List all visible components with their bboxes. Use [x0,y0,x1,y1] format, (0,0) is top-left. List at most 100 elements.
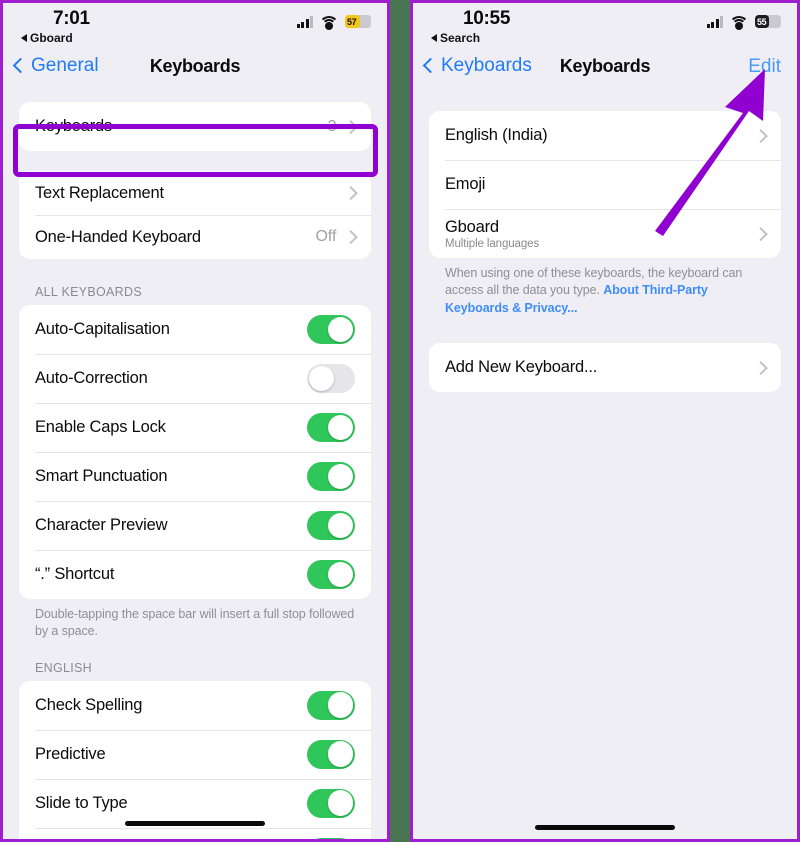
chevron-right-icon [343,186,357,200]
wifi-icon [729,15,749,30]
all-keyboards-setting-toggle[interactable] [307,560,355,589]
section-header-all-keyboards: ALL KEYBOARDS [35,285,142,299]
all-keyboards-setting-row[interactable]: “.” Shortcut [19,550,371,599]
english-setting-toggle[interactable] [307,837,355,839]
left-status-bar: 7:01 Gboard 57 [3,3,387,49]
toggle-knob [308,365,335,392]
row-one-handed-keyboard[interactable]: One-Handed Keyboard Off [19,215,371,259]
toggle-knob [327,512,354,539]
row-one-handed-keyboard-label: One-Handed Keyboard [35,227,201,246]
english-setting-row[interactable]: Predictive [19,729,371,779]
back-triangle-icon [21,34,27,42]
row-one-handed-keyboard-value: Off [315,228,337,245]
all-keyboards-setting-row[interactable]: Auto-Correction [19,354,371,403]
all-keyboards-setting-toggle[interactable] [307,462,355,491]
toggle-knob [327,414,354,441]
chevron-right-icon [753,226,767,241]
row-add-new-keyboard-label: Add New Keyboard... [445,357,598,376]
keyboard-list-row-label: Gboard [445,217,499,236]
battery-icon: 57 [345,15,371,28]
row-keyboards-label: Keyboards [35,117,113,135]
all-keyboards-setting-row[interactable]: Auto-Capitalisation [19,305,371,354]
all-keyboards-setting-label: Smart Punctuation [35,467,168,485]
keyboard-list-row-sublabel: Multiple languages [445,237,540,250]
keyboard-list-group: English (India) Emoji Gboard Multiple langu… [429,111,781,258]
add-keyboard-group: Add New Keyboard... [429,342,781,392]
toggle-knob [327,741,354,767]
all-keyboards-setting-label: “.” Shortcut [35,565,115,583]
keyboard-list-row[interactable]: English (India) [429,111,781,160]
all-keyboards-setting-toggle[interactable] [307,364,355,393]
english-setting-toggle[interactable] [307,788,355,818]
english-setting-row[interactable]: Delete Slide-to-Type by Word [19,827,371,839]
all-keyboards-setting-toggle[interactable] [307,315,355,344]
all-keyboards-setting-label: Auto-Capitalisation [35,320,170,338]
chevron-right-icon [753,360,767,374]
english-setting-toggle[interactable] [307,739,355,769]
toggle-knob [327,692,354,718]
status-back-to-app[interactable]: Gboard [21,31,73,45]
status-indicators: 55 [706,15,781,30]
toggle-knob [327,316,354,343]
english-setting-toggle[interactable] [307,690,355,720]
left-phone-screenshot: 7:01 Gboard 57 General Keyboards Keyboar… [0,0,390,842]
chevron-right-icon [753,128,767,143]
battery-percent-label: 55 [757,16,767,27]
keyboard-list-row[interactable]: Gboard Multiple languages [429,209,781,258]
row-text-replacement[interactable]: Text Replacement [19,171,371,215]
english-setting-row[interactable]: Check Spelling [19,681,371,730]
home-indicator [535,825,675,830]
section-footer-all-keyboards: Double-tapping the space bar will insert… [35,607,355,639]
cellular-bars-icon [296,15,313,28]
toggle-knob [327,463,354,490]
battery-icon: 55 [755,15,781,28]
toggle-knob [327,790,354,816]
english-setting-label: Slide to Type [35,793,128,812]
status-back-to-app[interactable]: Search [431,31,480,45]
panel-divider [390,0,410,842]
screenshot-stage: 7:01 Gboard 57 General Keyboards Keyboar… [0,0,800,842]
third-party-keyboard-footer: When using one of these keyboards, the k… [413,258,797,317]
edit-button[interactable]: Edit [748,56,781,78]
chevron-right-icon [343,119,357,134]
english-group: Check Spelling Predictive Slide to Type Del… [19,680,371,839]
text-options-group: Text Replacement One-Handed Keyboard Off [19,171,371,259]
section-header-english: ENGLISH [35,660,92,675]
left-nav-bar: General Keyboards [3,49,387,91]
right-nav-bar: Keyboards Keyboards Edit [413,49,797,91]
keyboard-list-row[interactable]: Emoji [429,160,781,209]
row-keyboards[interactable]: Keyboards 3 [19,102,371,151]
keyboard-list-row-label: Emoji [445,175,486,193]
keyboard-list-row-label: English (India) [445,126,548,144]
chevron-right-icon [343,230,357,244]
back-triangle-icon [431,34,437,42]
page-title: Keyboards [559,56,651,76]
keyboards-count-group: Keyboards 3 [19,102,371,151]
all-keyboards-setting-label: Character Preview [35,516,168,534]
english-setting-label: Predictive [35,744,106,763]
battery-percent-label: 57 [347,16,357,27]
all-keyboards-group: Auto-Capitalisation Auto-Correction Enable… [19,305,371,599]
right-phone-screenshot: 10:55 Search 55 Keyboards Keyboards Edit… [410,0,800,842]
page-title: Keyboards [149,56,241,76]
all-keyboards-setting-toggle[interactable] [307,413,355,442]
cellular-bars-icon [706,15,723,28]
status-back-label: Search [440,31,481,45]
row-add-new-keyboard[interactable]: Add New Keyboard... [429,343,781,392]
status-time: 10:55 [463,8,511,29]
all-keyboards-setting-row[interactable]: Character Preview [19,501,371,550]
status-back-label: Gboard [30,31,73,45]
row-text-replacement-label: Text Replacement [35,183,164,202]
all-keyboards-setting-row[interactable]: Enable Caps Lock [19,403,371,452]
row-keyboards-count: 3 [327,117,337,135]
all-keyboards-setting-label: Enable Caps Lock [35,418,166,436]
all-keyboards-setting-row[interactable]: Smart Punctuation [19,452,371,501]
status-time: 7:01 [53,8,90,29]
wifi-icon [319,15,339,30]
status-indicators: 57 [296,15,371,30]
home-indicator [125,821,265,826]
all-keyboards-setting-label: Auto-Correction [35,369,148,387]
english-setting-label: Check Spelling [35,695,143,714]
all-keyboards-setting-toggle[interactable] [307,511,355,540]
right-status-bar: 10:55 Search 55 [413,3,797,49]
